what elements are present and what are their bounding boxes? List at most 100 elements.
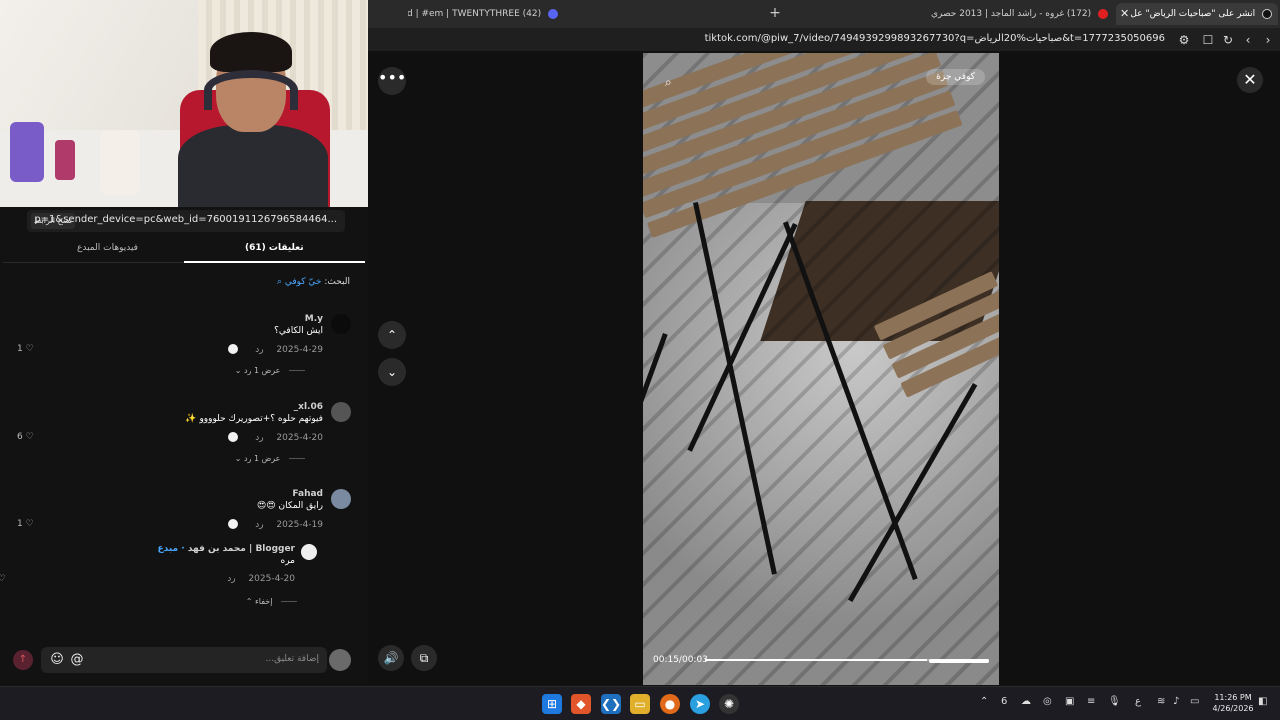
tab-creator-videos[interactable]: فيديوهات المبدع — [77, 243, 138, 253]
share-link-text: p=1&sender_device=pc&web_id=760019112679… — [34, 214, 337, 225]
like-button[interactable]: 1 ♡ — [17, 519, 34, 529]
avatar[interactable] — [331, 402, 351, 422]
webcam-bottle — [10, 122, 44, 182]
tab-title: (172) غروه - راشد الماجد | 2013 حصري — [930, 9, 1092, 19]
new-tab-button[interactable]: + — [768, 3, 782, 23]
volume-icon[interactable]: 🔊 — [378, 645, 404, 671]
input-language[interactable]: ع — [1135, 696, 1141, 707]
search-icon: ⌕ — [276, 277, 282, 287]
clock-date: 4/26/2026 — [1212, 704, 1254, 713]
search-keyword-link[interactable]: خيّ كوفي — [285, 277, 322, 287]
reply-date: 2025-4-20 — [248, 574, 295, 584]
comment-input[interactable]: ☺ @ إضافة تعليق... — [41, 647, 327, 673]
hide-replies-button[interactable]: إخفاء ⌃ — [246, 597, 297, 606]
url-field[interactable]: tiktok.com/@piw_7/video/7494939299893267… — [705, 33, 1165, 44]
like-button[interactable]: 6 ♡ — [17, 432, 34, 442]
tray-settings-icon[interactable]: ≡ — [1087, 696, 1095, 707]
site-settings-icon[interactable]: ⚙ — [1176, 32, 1192, 48]
reply-text: مره — [280, 556, 295, 566]
tray-nvidia-icon[interactable]: ▣ — [1065, 696, 1074, 707]
forward-arrow-icon[interactable]: › — [1260, 32, 1276, 48]
comment-date: 2025-4-29 — [276, 344, 323, 355]
back-arrow-icon[interactable]: ‹ — [1240, 32, 1256, 48]
close-tab-icon[interactable]: ✕ — [1120, 3, 1129, 25]
avatar[interactable] — [331, 489, 351, 509]
tray-app-icon[interactable]: 6 — [1001, 696, 1007, 707]
windows-start-icon[interactable]: ⊞ — [542, 694, 562, 714]
tray-overflow-icon[interactable]: ⌃ — [980, 696, 988, 707]
search-keyword-row: البحث: خيّ كوفي ⌕ — [277, 277, 350, 287]
headset-icon — [204, 70, 298, 110]
video-player[interactable]: ⌕ كوفي جزة 00:15/00:03 — [643, 53, 999, 685]
chevron-up-icon: ⌃ — [245, 597, 253, 606]
send-comment-button[interactable]: ↑ — [13, 650, 33, 670]
comment-username[interactable]: M.y — [305, 314, 323, 324]
speaker-icon[interactable]: ♪ — [1173, 696, 1179, 707]
comment-username[interactable]: Fahad — [292, 489, 323, 499]
next-video-button[interactable]: ⌄ — [378, 358, 406, 386]
mention-icon[interactable]: @ — [69, 652, 85, 668]
tray-cloud-icon[interactable]: ☁ — [1021, 696, 1031, 707]
chatgpt-icon[interactable]: ✺ — [719, 694, 739, 714]
comment-username[interactable]: _xl.06 — [294, 402, 323, 412]
video-progress-handle[interactable] — [929, 659, 989, 663]
close-icon[interactable]: ✕ — [1237, 67, 1263, 93]
comment-date: 2025-4-20 — [276, 432, 323, 443]
creator-liked-icon — [228, 519, 239, 529]
creator-liked-icon — [228, 432, 239, 442]
comment-input-bar: ↑ ☺ @ إضافة تعليق... — [3, 645, 365, 675]
chevron-down-icon: ⌄ — [386, 365, 398, 379]
telegram-icon[interactable]: ➤ — [690, 694, 710, 714]
reply-button[interactable]: رد — [227, 574, 235, 584]
tab-comments[interactable]: تعليقات (61) — [245, 243, 304, 253]
avatar[interactable] — [301, 544, 317, 560]
previous-video-button[interactable]: ⌃ — [378, 321, 406, 349]
reply-meta: 2025-4-20 رد — [217, 574, 295, 584]
more-options-icon[interactable]: ••• — [378, 67, 406, 95]
tray-edge-icon[interactable]: ◎ — [1043, 696, 1052, 707]
picture-in-picture-icon[interactable]: ⧉ — [411, 645, 437, 671]
reply-button[interactable]: رد — [255, 520, 263, 530]
battery-icon[interactable]: ▭ — [1190, 696, 1199, 707]
emoji-icon[interactable]: ☺ — [49, 652, 65, 668]
app-icon[interactable]: ● — [660, 694, 680, 714]
avatar[interactable] — [331, 314, 351, 334]
heart-icon: ♡ — [25, 432, 34, 442]
reply-button[interactable]: رد — [255, 433, 263, 443]
reply-button[interactable]: رد — [255, 345, 263, 355]
webcam-cup — [55, 140, 75, 180]
browser-tab-tiktok[interactable]: انشر على "صباحيات الرياض" عل ✕ — [1116, 3, 1278, 25]
comment-item: _xl.06 فيوتهم حلوه ؟+تصوريرك حلوووو ✨ 20… — [11, 402, 351, 472]
notification-icon[interactable]: ◧ — [1258, 696, 1267, 707]
like-button[interactable]: 0 ♡ — [0, 574, 6, 584]
browser-tab-discord[interactable]: (42) Discord | #em | TWENTYTHREE — [408, 3, 558, 25]
bookmark-icon[interactable]: ☐ — [1200, 32, 1216, 48]
microphone-icon[interactable]: 🎙 — [1108, 696, 1121, 707]
webcam-kettle — [100, 130, 140, 195]
view-replies-button[interactable]: عرض 1 رد ⌄ — [235, 366, 305, 375]
comment-text: فيوتهم حلوه ؟+تصوريرك حلوووو ✨ — [185, 414, 323, 424]
reply-username[interactable]: Blogger | محمد بن فهد · مبدع — [158, 544, 295, 554]
comment-meta: 2025-4-20 رد — [218, 432, 323, 443]
search-prefix: البحث: — [324, 277, 350, 287]
brave-browser-icon[interactable]: ◆ — [571, 694, 591, 714]
video-search-icon[interactable]: ⌕ — [665, 75, 672, 90]
reload-icon[interactable]: ↻ — [1220, 32, 1236, 48]
discord-icon — [548, 8, 558, 19]
view-replies-button[interactable]: عرض 1 رد ⌄ — [235, 454, 305, 463]
hide-replies-label: إخفاء — [255, 597, 273, 606]
browser-tab-strip: (42) Discord | #em | TWENTYTHREE (172) غ… — [368, 0, 1280, 28]
system-clock[interactable]: 11:26 PM 4/26/2026 — [1210, 692, 1256, 714]
video-search-tag[interactable]: كوفي جزة — [926, 69, 985, 85]
video-time: 00:15/00:03 — [653, 655, 708, 665]
chevron-down-icon: ⌄ — [234, 366, 242, 375]
reply-item: Blogger | محمد بن فهد · مبدع مره 2025-4-… — [0, 544, 317, 614]
comment-item: M.y ايش الكافي؟ 2025-4-29 رد 1 ♡ عرض 1 ر… — [11, 314, 351, 384]
comment-text: رايق المكان 😍😍 — [256, 501, 323, 511]
like-button[interactable]: 1 ♡ — [17, 344, 34, 354]
vscode-icon[interactable]: ❮❯ — [601, 694, 621, 714]
heart-icon: ♡ — [0, 574, 6, 584]
wifi-icon[interactable]: ≋ — [1157, 696, 1165, 707]
file-explorer-icon[interactable]: ▭ — [630, 694, 650, 714]
browser-tab-youtube[interactable]: (172) غروه - راشد الماجد | 2013 حصري — [788, 3, 1108, 25]
